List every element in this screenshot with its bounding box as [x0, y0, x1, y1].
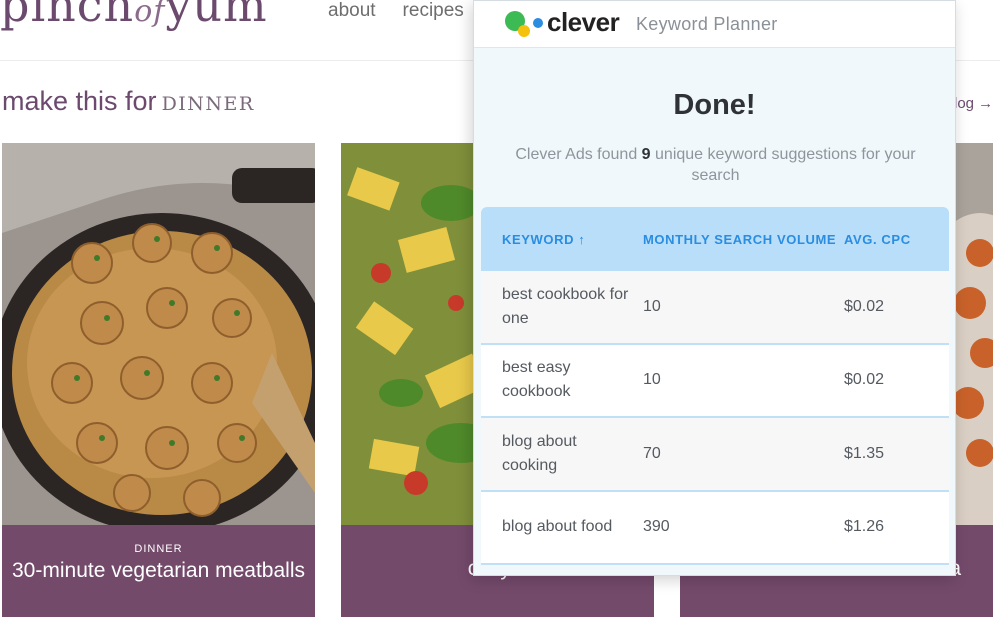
column-header-volume[interactable]: MONTHLY SEARCH VOLUME — [643, 228, 844, 251]
suggestion-count: 9 — [641, 146, 651, 163]
brand-name: clever — [547, 7, 620, 37]
logo-of: of — [134, 0, 166, 29]
clever-keyword-planner-popup: clever Keyword Planner Done! Clever Ads … — [473, 0, 956, 576]
card-caption: DINNER 30-minute vegetarian meatballs — [2, 525, 315, 617]
nav-recipes[interactable]: recipes — [403, 0, 464, 22]
column-header-keyword[interactable]: KEYWORD ↑ — [481, 228, 643, 251]
meatballs-photo — [2, 143, 315, 526]
table-row[interactable]: blog about cooking 70 $1.35 — [481, 418, 949, 492]
volume-cell: 10 — [643, 297, 661, 315]
summary-prefix: Clever Ads found — [515, 146, 638, 163]
section-title: make this for DINNER — [2, 86, 255, 117]
popup-header: clever Keyword Planner — [474, 1, 955, 48]
section-title-text: make this for — [2, 86, 157, 116]
logo-text: pinch — [0, 0, 135, 32]
done-heading: Done! — [673, 89, 756, 121]
table-header: KEYWORD ↑ MONTHLY SEARCH VOLUME AVG. CPC — [481, 207, 949, 271]
section-title-category: DINNER — [161, 93, 255, 115]
keyword-cell: blog about food — [502, 518, 613, 536]
recipe-card-meatballs[interactable]: DINNER 30-minute vegetarian meatballs — [2, 143, 315, 617]
volume-cell: 10 — [643, 371, 661, 389]
keyword-cell: blog about cooking — [502, 432, 577, 474]
column-header-cpc[interactable]: AVG. CPC — [844, 228, 949, 251]
table-row[interactable]: best easy cookbook 10 $0.02 — [481, 344, 949, 418]
summary-suffix: unique keyword suggestions for your sear… — [655, 146, 916, 184]
site-logo[interactable]: pinchofyum — [0, 0, 268, 32]
volume-cell: 390 — [643, 518, 670, 536]
keyword-table: KEYWORD ↑ MONTHLY SEARCH VOLUME AVG. CPC… — [481, 207, 949, 565]
table-body: best cookbook for one 10 $0.02 best easy… — [481, 271, 949, 565]
volume-cell: 70 — [643, 444, 661, 462]
site-nav: about recipes — [328, 0, 464, 22]
table-row[interactable]: best cookbook for one 10 $0.02 — [481, 271, 949, 345]
card-category: DINNER — [134, 543, 183, 555]
cpc-cell: $0.02 — [844, 371, 885, 389]
table-row[interactable]: blog about food 390 $1.26 — [481, 491, 949, 565]
keyword-cell: best easy cookbook — [502, 359, 571, 401]
tool-name: Keyword Planner — [636, 14, 778, 34]
clever-logo-icon — [505, 11, 543, 37]
nav-about[interactable]: about — [328, 0, 376, 22]
cpc-cell: $0.02 — [844, 297, 885, 315]
logo-text-end: yum — [165, 0, 268, 32]
cpc-cell: $1.35 — [844, 444, 885, 462]
card-title[interactable]: 30-minute vegetarian meatballs — [2, 559, 315, 583]
results-summary: Clever Ads found 9 unique keyword sugges… — [514, 144, 917, 186]
keyword-cell: best cookbook for one — [502, 285, 629, 327]
blog-link[interactable]: log → — [954, 95, 993, 112]
cpc-cell: $1.26 — [844, 518, 885, 536]
